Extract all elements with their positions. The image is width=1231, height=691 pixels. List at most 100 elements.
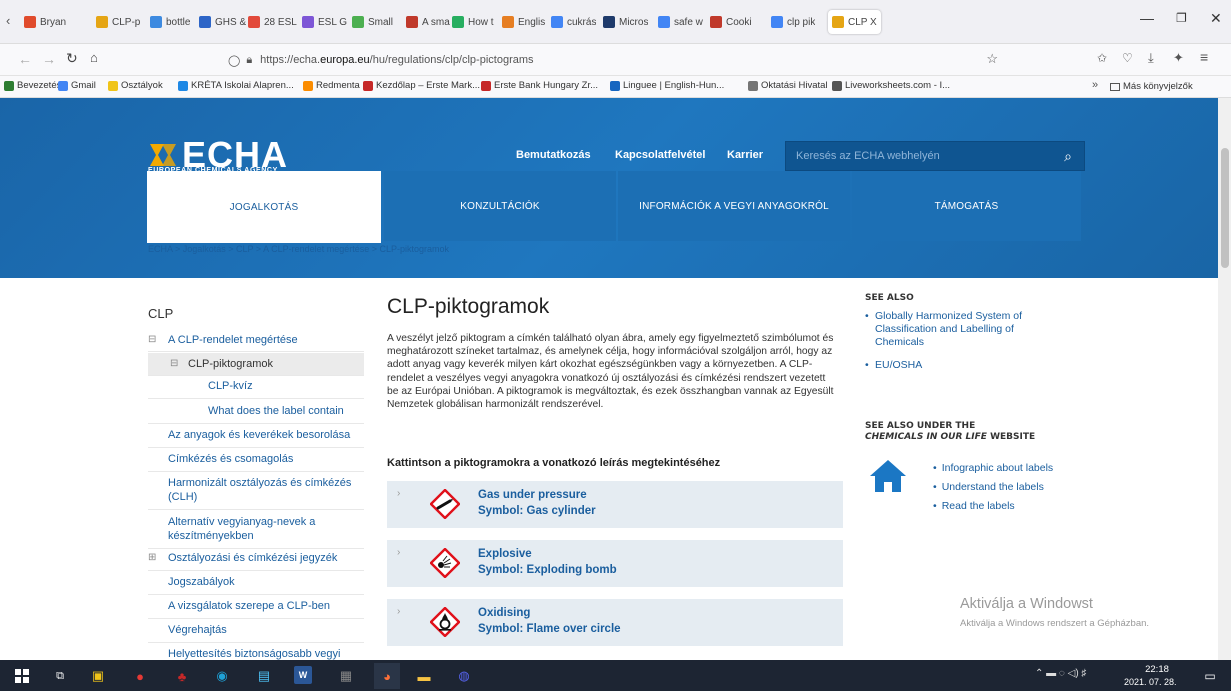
leftnav-item-clh[interactable]: Harmonizált osztályozás és címkézés (CLH… — [148, 473, 364, 510]
bookmark-item[interactable]: Osztályok — [108, 80, 163, 91]
leftnav-item-labelling[interactable]: Címkézés és csomagolás — [148, 449, 364, 472]
collapse-icon[interactable]: ⊟ — [170, 357, 178, 371]
tab-konzultaciok[interactable]: KONZULTÁCIÓK — [384, 171, 616, 241]
pictogram-explosive[interactable]: › Explosive Symbol: Exploding bomb — [387, 540, 843, 587]
pictogram-oxidising[interactable]: › Oxidising Symbol: Flame over circle — [387, 599, 843, 646]
pocket-icon[interactable]: ♡ — [1122, 51, 1133, 65]
search-icon[interactable]: ⌕ — [1064, 148, 1072, 165]
browser-tab[interactable]: clp pik — [771, 10, 815, 34]
leftnav-item-substitution[interactable]: Helyettesítés biztonságosabb vegyi — [148, 644, 364, 660]
address-bar[interactable]: ◯ 🔒︎ https://echa. europa.eu/hu/regulatio… — [228, 48, 998, 72]
tab-jogalkotas[interactable]: JOGALKOTÁS — [147, 171, 381, 243]
calculator-icon[interactable]: ▦ — [336, 666, 356, 686]
bookmark-item[interactable]: Gmail — [58, 80, 96, 91]
app-icon-red[interactable]: ● — [130, 666, 150, 686]
tab-favicon-icon — [502, 16, 514, 28]
edge-icon[interactable]: ◉ — [212, 666, 232, 686]
leftnav-item-pictograms[interactable]: ⊟ CLP-piktogramok — [148, 353, 364, 376]
browser-tab[interactable]: GHS & — [199, 10, 246, 34]
see-also-link-eu-osha[interactable]: • EU/OSHA — [865, 359, 922, 371]
leftnav-item-label-contents[interactable]: What does the label contain — [148, 402, 364, 424]
browser-tab[interactable]: Bryan — [24, 10, 66, 34]
scrollbar-thumb[interactable] — [1221, 148, 1229, 268]
home-house-icon[interactable] — [869, 458, 907, 494]
nav-link-kapcsolat[interactable]: Kapcsolatfelvétel — [615, 149, 705, 161]
other-bookmarks[interactable]: Más könyvjelzők — [1110, 81, 1193, 92]
bookmarks-overflow-icon[interactable]: » — [1092, 79, 1098, 91]
clock-time[interactable]: 22:18 — [1132, 664, 1182, 675]
bookmark-item[interactable]: Oktatási Hivatal — [748, 80, 828, 91]
leftnav-item-alternative-names[interactable]: Alternatív vegyianyag-nevek a készítmény… — [148, 512, 364, 549]
link-label: Infographic about labels — [941, 462, 1054, 474]
browser-tab[interactable]: A sma — [406, 10, 450, 34]
see-also-link-ghs[interactable]: • Globally Harmonized System of Classific… — [865, 310, 1065, 349]
leftnav-item-inventory[interactable]: ⊞ Osztályozási és címkézési jegyzék — [148, 548, 364, 571]
collections-icon[interactable]: ✩ — [1097, 51, 1107, 65]
tab-tamogatas[interactable]: TÁMOGATÁS — [852, 171, 1081, 241]
forward-icon[interactable]: → — [42, 51, 56, 67]
tab-scroll-left-icon[interactable]: ‹ — [6, 13, 10, 28]
bookmark-item[interactable]: Bevezetés — [4, 80, 61, 91]
clock-date[interactable]: 2021. 07. 28. — [1124, 677, 1177, 687]
expand-icon[interactable]: ⊞ — [148, 551, 156, 565]
app-icon-leaf[interactable]: ♣ — [172, 666, 192, 686]
file-explorer-icon[interactable]: ▬ — [414, 666, 434, 686]
leftnav-item-quiz[interactable]: CLP-kvíz — [148, 377, 364, 399]
browser-tab[interactable]: CLP X — [828, 10, 881, 34]
nav-link-karrier[interactable]: Karrier — [727, 149, 763, 161]
close-window-icon[interactable]: ✕ — [1210, 10, 1222, 27]
leftnav-item-enforcement[interactable]: Végrehajtás — [148, 620, 364, 643]
search-input[interactable]: Keresés az ECHA webhelyén ⌕ — [785, 141, 1085, 171]
leftnav-item-understanding[interactable]: ⊟ A CLP-rendelet megértése — [148, 333, 364, 352]
browser-tab[interactable]: cukrás — [551, 10, 596, 34]
link-understand-labels[interactable]: • Understand the labels — [933, 481, 1044, 493]
task-view-icon[interactable]: ⧉ — [50, 666, 70, 686]
nav-link-bemutatkozas[interactable]: Bemutatkozás — [516, 149, 591, 161]
browser-tab[interactable]: Cooki — [710, 10, 752, 34]
download-icon[interactable]: ⤓ — [1148, 50, 1154, 66]
home-icon[interactable]: ⌂ — [90, 50, 98, 65]
discord-icon[interactable]: ◍ — [454, 666, 474, 686]
link-label: Read the labels — [941, 500, 1015, 512]
leftnav-item-legislation[interactable]: Jogszabályok — [148, 572, 364, 595]
browser-tab[interactable]: How t — [452, 10, 494, 34]
store-icon[interactable]: ▣ — [88, 666, 108, 686]
bookmark-star-icon[interactable]: ☆ — [986, 51, 998, 67]
system-tray-icons[interactable]: ⌃ ▬ ◌ ◁) ♯ — [1035, 668, 1086, 679]
browser-tab[interactable]: Small — [352, 10, 393, 34]
browser-tab[interactable]: bottle — [150, 10, 190, 34]
word-icon[interactable]: W — [294, 666, 312, 684]
browser-tab[interactable]: safe w — [658, 10, 703, 34]
breadcrumb[interactable]: ECHA > Jogalkotás > CLP > A CLP-rendelet… — [148, 244, 449, 254]
back-icon[interactable]: ← — [18, 51, 32, 67]
save-app-icon[interactable]: ▤ — [254, 666, 274, 686]
bookmark-item[interactable]: Redmenta — [303, 80, 360, 91]
link-infographic[interactable]: • Infographic about labels — [933, 462, 1053, 474]
restore-icon[interactable]: ❐ — [1176, 11, 1187, 25]
leftnav-item-classification[interactable]: Az anyagok és keverékek besorolása — [148, 425, 364, 448]
bookmark-item[interactable]: Erste Bank Hungary Zr... — [481, 80, 598, 91]
page-scrollbar[interactable] — [1218, 98, 1231, 660]
link-read-labels[interactable]: • Read the labels — [933, 500, 1015, 512]
browser-tab[interactable]: Englis — [502, 10, 545, 34]
pictogram-gas-under-pressure[interactable]: › Gas under pressure Symbol: Gas cylinde… — [387, 481, 843, 528]
browser-tab[interactable]: 28 ESL — [248, 10, 297, 34]
menu-icon[interactable]: ≡ — [1200, 49, 1208, 65]
tab-informaciok[interactable]: INFORMÁCIÓK A VEGYI ANYAGOKRÓL — [618, 171, 850, 241]
bookmark-item[interactable]: KRÉTA Iskolai Alapren... — [178, 80, 294, 91]
reload-icon[interactable]: ↻ — [66, 50, 78, 67]
bookmark-item[interactable]: Kezdőlap – Erste Mark... — [363, 80, 480, 91]
notifications-icon[interactable]: ▭ — [1200, 666, 1220, 686]
collapse-icon[interactable]: ⊟ — [148, 333, 156, 347]
browser-tab[interactable]: Micros — [603, 10, 648, 34]
bullet: • — [933, 500, 937, 512]
windows-start-icon[interactable] — [12, 666, 32, 686]
minimize-icon[interactable]: — — [1140, 10, 1154, 26]
browser-tab[interactable]: ESL G — [302, 10, 347, 34]
firefox-icon[interactable]: ◕ — [374, 663, 400, 689]
bookmark-item[interactable]: Linguee | English-Hun... — [610, 80, 724, 91]
leftnav-item-testing[interactable]: A vizsgálatok szerepe a CLP-ben — [148, 596, 364, 619]
extension-icon[interactable]: ✦ — [1173, 50, 1184, 66]
bookmark-item[interactable]: Liveworksheets.com - I... — [832, 80, 950, 91]
browser-tab[interactable]: CLP-p — [96, 10, 140, 34]
